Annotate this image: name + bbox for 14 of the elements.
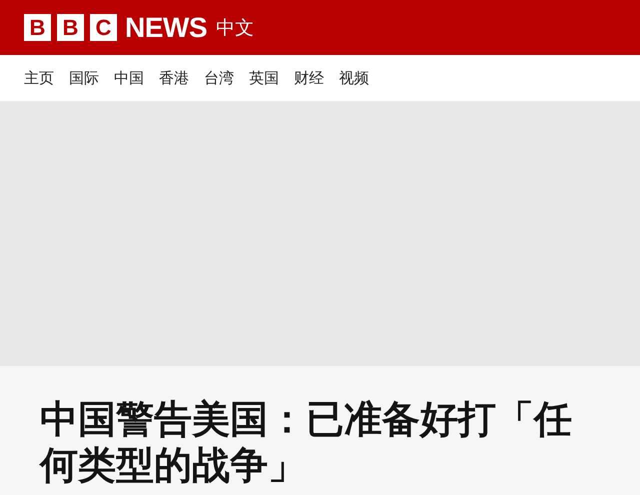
nav-link[interactable]: 香港 — [159, 68, 189, 88]
edition-label[interactable]: 中文 — [216, 14, 254, 40]
nav-link[interactable]: 国际 — [69, 68, 99, 88]
headline: 中国警告美国：已准备好打「任何类型的战争」 — [40, 396, 573, 488]
logo-block[interactable]: B — [24, 14, 51, 41]
nav-link[interactable]: 中国 — [114, 68, 144, 88]
nav-link[interactable]: 英国 — [249, 68, 279, 88]
logo-text[interactable]: NEWS — [125, 12, 207, 44]
logo-block[interactable]: B — [57, 14, 84, 41]
nav-link[interactable]: 主页 — [24, 68, 54, 88]
nav-link[interactable]: 视频 — [339, 68, 369, 88]
logo-block[interactable]: C — [90, 14, 117, 41]
nav-link[interactable]: 财经 — [294, 68, 324, 88]
nav-link[interactable]: 台湾 — [204, 68, 234, 88]
